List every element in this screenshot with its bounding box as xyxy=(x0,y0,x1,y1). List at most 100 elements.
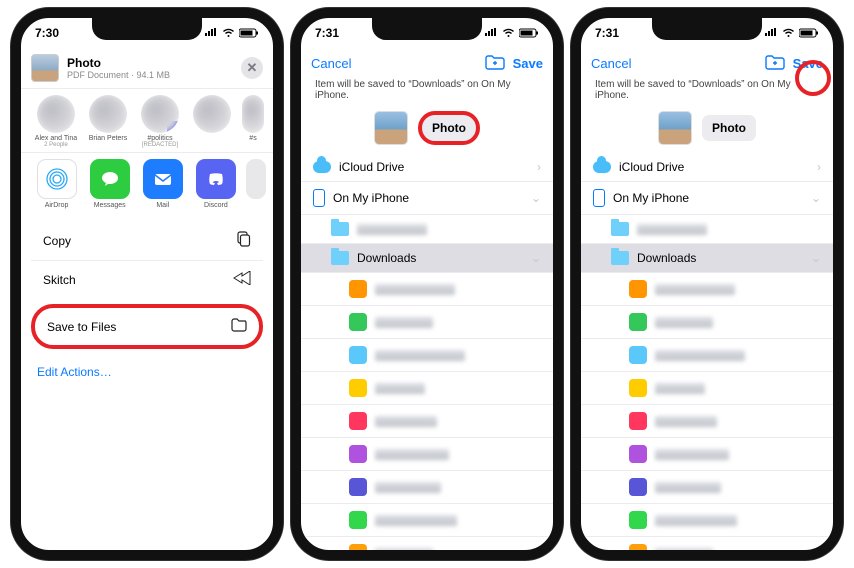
contact-item[interactable]: Brian Peters xyxy=(85,95,131,148)
app-folder-icon xyxy=(349,544,367,560)
status-time: 7:31 xyxy=(315,26,339,40)
contact-avatar-icon xyxy=(141,95,179,133)
folder-row[interactable] xyxy=(301,339,553,372)
folder-name-blurred xyxy=(637,224,707,235)
folder-row[interactable] xyxy=(581,273,833,306)
folder-row[interactable] xyxy=(581,372,833,405)
folder-row[interactable] xyxy=(581,405,833,438)
skitch-icon xyxy=(233,271,251,288)
save-location-info: Item will be saved to “Downloads” on On … xyxy=(301,79,553,107)
edit-actions-link[interactable]: Edit Actions… xyxy=(21,357,273,387)
chevron-down-icon: ⌄ xyxy=(531,191,541,205)
contact-avatar-icon xyxy=(242,95,264,133)
folder-row[interactable] xyxy=(301,405,553,438)
status-icons xyxy=(204,28,259,38)
folder-name-blurred xyxy=(655,515,737,526)
copy-action[interactable]: Copy xyxy=(31,221,263,261)
contact-sub: [REDACTED] xyxy=(137,142,183,148)
files-nav: Cancel Save xyxy=(301,48,553,79)
folder-row[interactable] xyxy=(581,504,833,537)
airdrop-icon xyxy=(37,159,77,199)
folder-name-blurred xyxy=(375,317,433,328)
folder-row[interactable] xyxy=(581,471,833,504)
folder-row[interactable] xyxy=(301,537,553,560)
folder-label: Downloads xyxy=(357,251,416,265)
location-icloud[interactable]: iCloud Drive › xyxy=(301,153,553,182)
folder-name-blurred xyxy=(655,317,713,328)
folder-name-blurred xyxy=(375,284,455,295)
app-messages[interactable]: Messages xyxy=(86,159,133,209)
app-more[interactable] xyxy=(245,159,267,209)
location-label: iCloud Drive xyxy=(339,160,404,174)
share-contacts-row: Alex and Tina 2 People Brian Peters #pol… xyxy=(21,89,273,152)
folder-row[interactable] xyxy=(581,537,833,560)
app-folder-icon xyxy=(629,346,647,364)
folder-name-blurred xyxy=(357,224,427,235)
app-folder-icon xyxy=(629,379,647,397)
app-folder-icon xyxy=(349,280,367,298)
save-to-files-action[interactable]: Save to Files xyxy=(35,308,259,345)
location-on-my-iphone[interactable]: On My iPhone ⌄ xyxy=(581,182,833,215)
contact-avatar-icon xyxy=(193,95,231,133)
close-icon: ✕ xyxy=(247,60,258,76)
contact-item[interactable]: #politics [REDACTED] xyxy=(137,95,183,148)
notch xyxy=(92,18,202,40)
contact-item[interactable]: #s xyxy=(241,95,265,148)
folder-row[interactable] xyxy=(301,504,553,537)
close-button[interactable]: ✕ xyxy=(241,57,263,79)
contact-name: Alex and Tina xyxy=(33,135,79,142)
folder-row[interactable] xyxy=(301,372,553,405)
share-apps-row: AirDrop Messages Mail Discord xyxy=(21,153,273,213)
app-discord[interactable]: Discord xyxy=(192,159,239,209)
save-button[interactable]: Save xyxy=(513,56,543,71)
folder-row[interactable] xyxy=(301,273,553,306)
contact-item[interactable]: Alex and Tina 2 People xyxy=(33,95,79,148)
app-folder-icon xyxy=(349,445,367,463)
folder-row[interactable] xyxy=(581,306,833,339)
folder-row[interactable] xyxy=(581,215,833,244)
folder-downloads[interactable]: Downloads ⌄ xyxy=(301,244,553,273)
chevron-down-icon: ⌄ xyxy=(811,251,821,265)
app-mail[interactable]: Mail xyxy=(139,159,186,209)
folder-row[interactable] xyxy=(301,438,553,471)
folder-row[interactable] xyxy=(581,339,833,372)
new-folder-button[interactable] xyxy=(485,54,505,73)
contact-avatar-icon xyxy=(89,95,127,133)
doc-thumbnail xyxy=(31,54,59,82)
filename-input[interactable]: Photo xyxy=(702,115,756,141)
contact-name: Brian Peters xyxy=(85,135,131,142)
app-airdrop[interactable]: AirDrop xyxy=(33,159,80,209)
folder-row[interactable] xyxy=(301,306,553,339)
filename-input[interactable]: Photo xyxy=(432,121,466,135)
chevron-right-icon: › xyxy=(537,160,541,174)
folder-downloads[interactable]: Downloads ⌄ xyxy=(581,244,833,273)
folder-name-blurred xyxy=(655,416,717,427)
location-icloud[interactable]: iCloud Drive › xyxy=(581,153,833,182)
contact-name: #s xyxy=(241,135,265,142)
app-folder-icon xyxy=(629,313,647,331)
folder-name-blurred xyxy=(655,482,721,493)
skitch-action[interactable]: Skitch xyxy=(31,261,263,298)
actions-list: Copy Skitch xyxy=(31,221,263,298)
contact-avatar-icon xyxy=(37,95,75,133)
app-label: Messages xyxy=(86,202,133,209)
folder-name-blurred xyxy=(375,416,437,427)
phone-icon xyxy=(593,189,605,207)
contact-name: #politics xyxy=(137,135,183,142)
cancel-button[interactable]: Cancel xyxy=(591,56,631,71)
save-button[interactable]: Save xyxy=(793,56,823,71)
contact-item[interactable] xyxy=(189,95,235,148)
folder-row[interactable] xyxy=(581,438,833,471)
location-list: iCloud Drive › On My iPhone ⌄ Downloads … xyxy=(301,153,553,560)
location-on-my-iphone[interactable]: On My iPhone ⌄ xyxy=(301,182,553,215)
cancel-button[interactable]: Cancel xyxy=(311,56,351,71)
folder-row[interactable] xyxy=(301,215,553,244)
folder-row[interactable] xyxy=(301,471,553,504)
folder-icon xyxy=(331,222,349,236)
mail-icon xyxy=(143,159,183,199)
doc-thumbnail xyxy=(658,111,692,145)
app-label: Discord xyxy=(192,202,239,209)
doc-thumbnail xyxy=(374,111,408,145)
cloud-icon xyxy=(593,161,611,173)
new-folder-button[interactable] xyxy=(765,54,785,73)
